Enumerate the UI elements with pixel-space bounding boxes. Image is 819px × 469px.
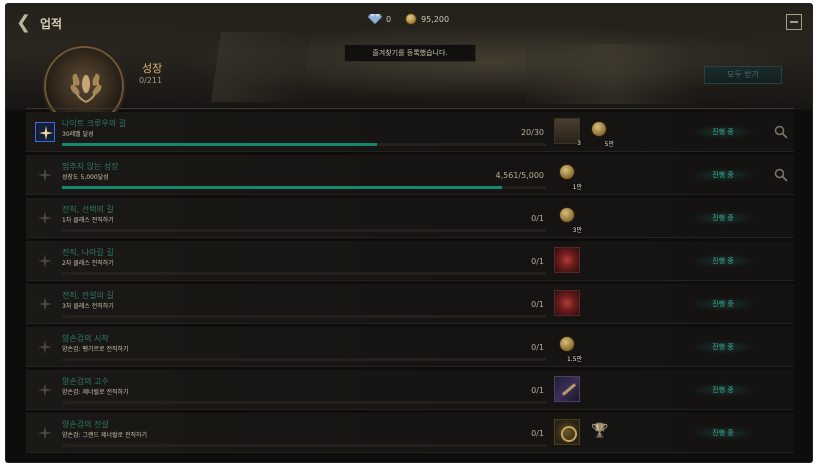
status-button[interactable]: 진행 중 [690,340,756,354]
achievement-progress: 4,561/5,000 [495,171,545,180]
achievement-description: 양손검: 팽기르로 전직하기 [62,346,129,353]
reward-orb-icon[interactable] [554,419,580,445]
status-button[interactable]: 진행 중 [690,254,756,268]
achievement-progress: 0/1 [531,214,544,223]
achievement-description: 성장도 5,000달성 [62,174,109,181]
achievement-progress: 20/30 [520,128,544,137]
achievement-row[interactable]: 나이트 크루우의 길 30레벨 달성 20/30 3 5만 진행 중 [26,112,794,152]
favorite-star-icon[interactable] [35,423,55,443]
gold-coin-icon [559,207,575,223]
diamond-icon [368,14,382,24]
achievement-name: 멈추지 않는 성장 [62,162,119,171]
reward-box-icon[interactable]: 3 [554,118,581,147]
achievement-description: 1차 클래스 전직하기 [62,217,114,224]
reward-dagger-icon[interactable] [554,376,580,402]
status-button[interactable]: 진행 중 [690,125,756,139]
status-button[interactable]: 진행 중 [690,383,756,397]
achievement-row[interactable]: 전직, 선택의 길 1차 클래스 전직하기 0/1 3만 진행 중 [26,198,794,238]
gold-count: 95,200 [421,14,450,24]
progress-bar [62,358,546,361]
search-icon[interactable] [774,124,788,139]
achievement-name: 전직, 전설의 길 [62,291,114,300]
achievement-description: 2차 클래스 전직하기 [62,260,114,267]
banner-background-art [526,44,696,104]
reward-quantity: 5만 [604,141,614,148]
status-button[interactable]: 진행 중 [690,211,756,225]
achievement-name: 양손검의 고수 [62,377,109,386]
reward-quantity: 1만 [572,184,582,191]
achievement-progress: 0/1 [531,429,544,438]
status-button[interactable]: 진행 중 [690,297,756,311]
progress-bar-fill [62,186,503,189]
achievement-description: 3차 클래스 전직하기 [62,303,114,310]
reward-coin-icon[interactable]: 5만 [586,118,614,148]
progress-bar [62,315,546,318]
achievement-row[interactable]: 양손검의 시작양손검: 팽기르로 전직하기 0/1 1.5만 진행 중 [26,327,794,367]
achievement-progress: 0/1 [531,300,544,309]
reward-coin-icon[interactable]: 1만 [554,161,582,191]
search-icon[interactable] [774,167,788,182]
reward-gem-icon[interactable] [554,247,580,273]
achievement-row[interactable]: 양손검의 전설양손검: 그랜드 제너럴로 전직하기 0/1 진행 중 [26,413,794,453]
page-title: 업적 [40,17,63,31]
achievement-name: 전직, 나아갈 길 [62,248,114,257]
reward-coin-icon[interactable]: 3만 [554,204,582,234]
achievement-progress: 0/1 [531,343,544,352]
achievement-progress: 0/1 [531,386,544,395]
progress-bar-fill [62,143,377,146]
achievement-description: 양손검: 그랜드 제너럴로 전직하기 [62,432,148,439]
gold-coin-icon [405,13,418,25]
achievement-description: 30레벨 달성 [62,131,94,138]
achievement-row[interactable]: 멈추지 않는 성장성장도 5,000달성 4,561/5,000 1만 진행 중 [26,155,794,195]
progress-bar [62,229,546,232]
favorite-star-icon[interactable] [35,251,55,271]
progress-bar [62,272,546,275]
achievement-name: 나이트 크루우의 길 [62,119,126,128]
top-bar: ❮ 업적 0 95,200 [6,4,812,40]
toast-message: 즐겨찾기를 등록했습니다. [344,44,476,62]
achievement-row[interactable]: 전직, 나아갈 길 2차 클래스 전직하기 0/1 진행 중 [26,241,794,281]
achievement-row[interactable]: 전직, 전설의 길 3차 클래스 전직하기 0/1 진행 중 [26,284,794,324]
favorite-star-icon[interactable] [35,208,55,228]
laurel-wreath-icon [70,73,102,103]
gem-count: 0 [386,14,392,24]
favorite-star-icon[interactable] [35,122,55,142]
favorite-star-icon[interactable] [35,165,55,185]
reward-gem-icon[interactable] [554,290,580,316]
achievement-name: 전직, 선택의 길 [62,205,114,214]
reward-quantity: 3 [577,140,581,147]
achievement-progress: 0/1 [531,257,544,266]
category-title: 성장 [142,62,163,75]
status-button[interactable]: 진행 중 [690,426,756,440]
exit-icon[interactable] [786,14,802,30]
reward-trophy-icon[interactable] [586,419,612,445]
status-button[interactable]: 진행 중 [690,168,756,182]
progress-bar [62,444,546,447]
progress-bar [62,186,546,189]
favorite-star-icon[interactable] [35,294,55,314]
claim-all-button[interactable]: 모두 받기 [704,66,782,84]
currency-display: 0 95,200 [368,13,449,25]
progress-bar [62,143,546,146]
achievement-name: 양손검의 전설 [62,420,109,429]
favorite-star-icon[interactable] [35,337,55,357]
gold-coin-icon [559,164,575,180]
chevron-left-icon[interactable]: ❮ [16,12,31,33]
reward-quantity: 1.5만 [566,356,582,363]
achievement-row[interactable]: 양손검의 고수양손검: 제너럴로 전직하기 0/1 진행 중 [26,370,794,410]
favorite-star-icon[interactable] [35,380,55,400]
gold-coin-icon [559,336,575,352]
gold-coin-icon [591,121,607,137]
category-progress: 0/211 [139,76,163,85]
progress-bar [62,401,546,404]
reward-coin-icon[interactable]: 1.5만 [554,333,582,363]
banner-background-art [211,32,311,102]
reward-quantity: 3만 [572,227,582,234]
achievement-name: 양손검의 시작 [62,334,109,343]
achievement-window: ❮ 업적 0 95,200 성장 0/211 즐겨찾기를 등록했습니다. 모두 … [6,4,812,462]
achievement-description: 양손검: 제너럴로 전직하기 [62,389,129,396]
divider [26,108,794,109]
